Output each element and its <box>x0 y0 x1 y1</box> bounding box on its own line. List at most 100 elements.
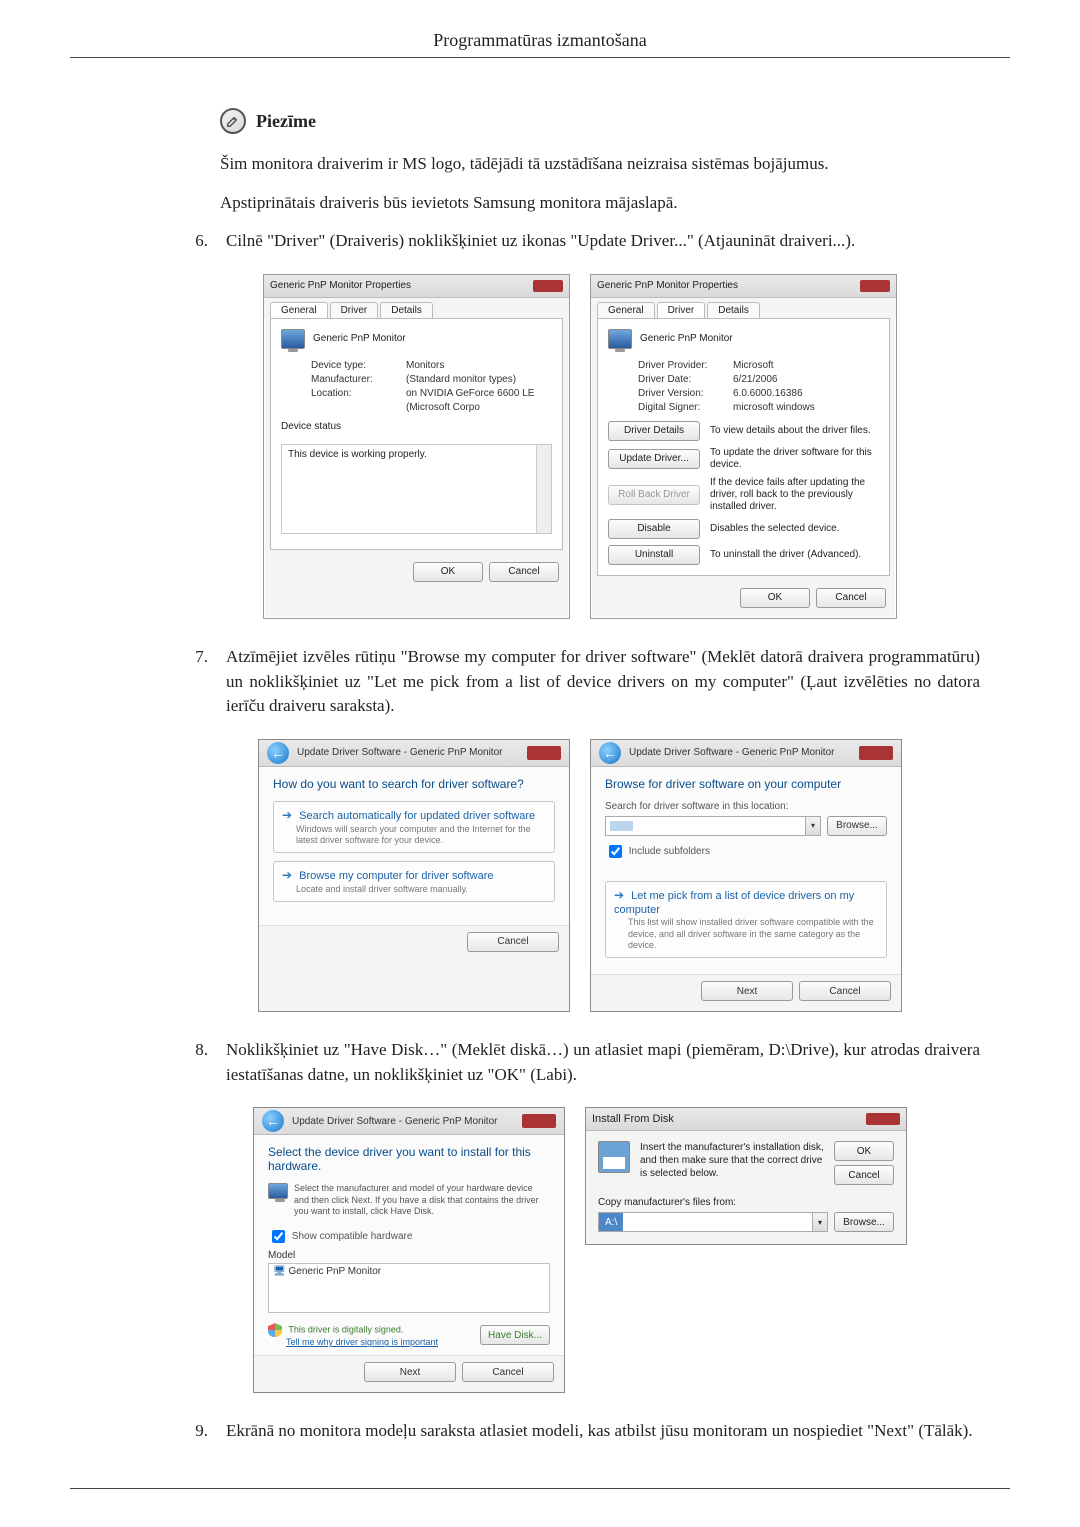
next-button[interactable]: Next <box>701 981 793 1001</box>
tab-driver[interactable]: Driver <box>657 302 706 318</box>
cancel-button[interactable]: Cancel <box>489 562 559 582</box>
copy-from-input[interactable]: A:\ ▾ <box>598 1212 828 1232</box>
ok-button[interactable]: OK <box>834 1141 894 1161</box>
cancel-button[interactable]: Cancel <box>462 1362 554 1382</box>
show-compatible-row[interactable]: Show compatible hardware <box>268 1227 550 1246</box>
cancel-button[interactable]: Cancel <box>834 1165 894 1185</box>
ok-button[interactable]: OK <box>740 588 810 608</box>
scrollbar[interactable] <box>536 445 551 533</box>
model-item: Generic PnP Monitor <box>288 1266 381 1277</box>
dialog-titlebar: Generic PnP Monitor Properties <box>591 275 896 298</box>
model-listbox[interactable]: 🖥 Generic PnP Monitor <box>268 1263 550 1313</box>
update-driver-button[interactable]: Update Driver... <box>608 449 700 469</box>
disable-button[interactable]: Disable <box>608 519 700 539</box>
wizard-heading: Select the device driver you want to ins… <box>268 1145 550 1173</box>
uninstall-desc: To uninstall the driver (Advanced). <box>710 549 861 561</box>
step-text: Atzīmējiet izvēles rūtiņu "Browse my com… <box>226 645 980 719</box>
device-name: Generic PnP Monitor <box>313 333 406 344</box>
rollback-driver-button[interactable]: Roll Back Driver <box>608 485 700 505</box>
window-buttons[interactable] <box>860 280 890 292</box>
label-device-type: Device type: <box>311 359 406 373</box>
option-auto-search[interactable]: ➔ Search automatically for updated drive… <box>273 801 555 853</box>
footer-rule <box>70 1488 1010 1489</box>
option-subtitle: This list will show installed driver sof… <box>628 917 878 951</box>
window-buttons[interactable] <box>533 280 563 292</box>
close-icon[interactable] <box>859 746 893 760</box>
wizard-title-text: Update Driver Software - Generic PnP Mon… <box>629 747 834 758</box>
figure-properties-dialogs: Generic PnP Monitor Properties General D… <box>180 274 980 619</box>
tab-general[interactable]: General <box>270 302 328 318</box>
step-number: 6. <box>180 229 208 254</box>
step-text: Cilnē "Driver" (Draiveris) noklikšķiniet… <box>226 229 980 254</box>
browse-button[interactable]: Browse... <box>827 816 887 836</box>
step-8: 8. Noklikšķiniet uz "Have Disk…" (Meklēt… <box>180 1038 980 1087</box>
label-search-location: Search for driver software in this locat… <box>605 801 887 812</box>
include-subfolders-label: Include subfolders <box>629 846 710 857</box>
include-subfolders-row[interactable]: Include subfolders <box>605 842 887 861</box>
step-number: 7. <box>180 645 208 719</box>
tab-strip: General Driver Details <box>591 298 896 318</box>
value-provider: Microsoft <box>733 359 879 373</box>
dialog-title: Install From Disk <box>592 1113 674 1125</box>
cancel-button[interactable]: Cancel <box>816 588 886 608</box>
label-date: Driver Date: <box>638 373 733 387</box>
tab-driver[interactable]: Driver <box>330 302 379 318</box>
step-9: 9. Ekrānā no monitora modeļu saraksta at… <box>180 1419 980 1444</box>
wizard-header: ← Update Driver Software - Generic PnP M… <box>591 740 901 767</box>
back-icon[interactable]: ← <box>599 742 621 764</box>
wizard-note: Select the manufacturer and model of you… <box>268 1183 550 1217</box>
close-icon[interactable] <box>866 1113 900 1125</box>
dialog-titlebar: Install From Disk <box>586 1108 906 1131</box>
back-icon[interactable]: ← <box>267 742 289 764</box>
dialog-title: Generic PnP Monitor Properties <box>270 280 411 291</box>
tab-general[interactable]: General <box>597 302 655 318</box>
cancel-button[interactable]: Cancel <box>467 932 559 952</box>
update-driver-desc: To update the driver software for this d… <box>710 447 879 471</box>
page-header: Programmatūras izmantošana <box>70 30 1010 57</box>
tab-details[interactable]: Details <box>380 302 433 318</box>
option-browse-computer[interactable]: ➔ Browse my computer for driver software… <box>273 861 555 902</box>
wizard-question: How do you want to search for driver sof… <box>273 777 555 791</box>
rollback-driver-desc: If the device fails after updating the d… <box>710 477 879 513</box>
option-subtitle: Windows will search your computer and th… <box>296 824 546 847</box>
value-date: 6/21/2006 <box>733 373 879 387</box>
label-provider: Driver Provider: <box>638 359 733 373</box>
ok-button[interactable]: OK <box>413 562 483 582</box>
show-compatible-checkbox[interactable] <box>272 1230 285 1243</box>
path-input[interactable]: ▾ <box>605 816 821 836</box>
tab-strip: General Driver Details <box>264 298 569 318</box>
wizard-header: ← Update Driver Software - Generic PnP M… <box>259 740 569 767</box>
step-number: 9. <box>180 1419 208 1444</box>
browse-button[interactable]: Browse... <box>834 1212 894 1232</box>
close-icon[interactable] <box>527 746 561 760</box>
driver-details-button[interactable]: Driver Details <box>608 421 700 441</box>
copy-from-value: A:\ <box>599 1213 623 1231</box>
value-device-type: Monitors <box>406 359 552 373</box>
signed-link[interactable]: Tell me why driver signing is important <box>286 1337 438 1347</box>
dropdown-icon[interactable]: ▾ <box>812 1213 827 1231</box>
wizard-select-driver: ← Update Driver Software - Generic PnP M… <box>253 1107 565 1393</box>
include-subfolders-checkbox[interactable] <box>609 845 622 858</box>
monitor-icon <box>281 329 305 349</box>
label-device-status: Device status <box>281 421 552 432</box>
figure-update-driver-wizard: ← Update Driver Software - Generic PnP M… <box>180 739 980 1012</box>
step-7: 7. Atzīmējiet izvēles rūtiņu "Browse my … <box>180 645 980 719</box>
label-version: Driver Version: <box>638 387 733 401</box>
tab-details[interactable]: Details <box>707 302 760 318</box>
close-icon[interactable] <box>522 1114 556 1128</box>
step-number: 8. <box>180 1038 208 1087</box>
device-status-box: This device is working properly. <box>281 444 552 534</box>
cancel-button[interactable]: Cancel <box>799 981 891 1001</box>
back-icon[interactable]: ← <box>262 1110 284 1132</box>
shield-icon <box>268 1323 282 1337</box>
have-disk-button[interactable]: Have Disk... <box>480 1325 550 1345</box>
floppy-icon <box>598 1141 630 1173</box>
uninstall-button[interactable]: Uninstall <box>608 545 700 565</box>
note-body-2: Apstiprinātais draiveris būs ievietots S… <box>220 191 980 216</box>
disable-desc: Disables the selected device. <box>710 523 840 535</box>
dropdown-icon[interactable]: ▾ <box>805 817 820 835</box>
wizard-title-text: Update Driver Software - Generic PnP Mon… <box>297 747 502 758</box>
label-signer: Digital Signer: <box>638 401 733 415</box>
option-let-me-pick[interactable]: ➔ Let me pick from a list of device driv… <box>605 881 887 958</box>
next-button[interactable]: Next <box>364 1362 456 1382</box>
